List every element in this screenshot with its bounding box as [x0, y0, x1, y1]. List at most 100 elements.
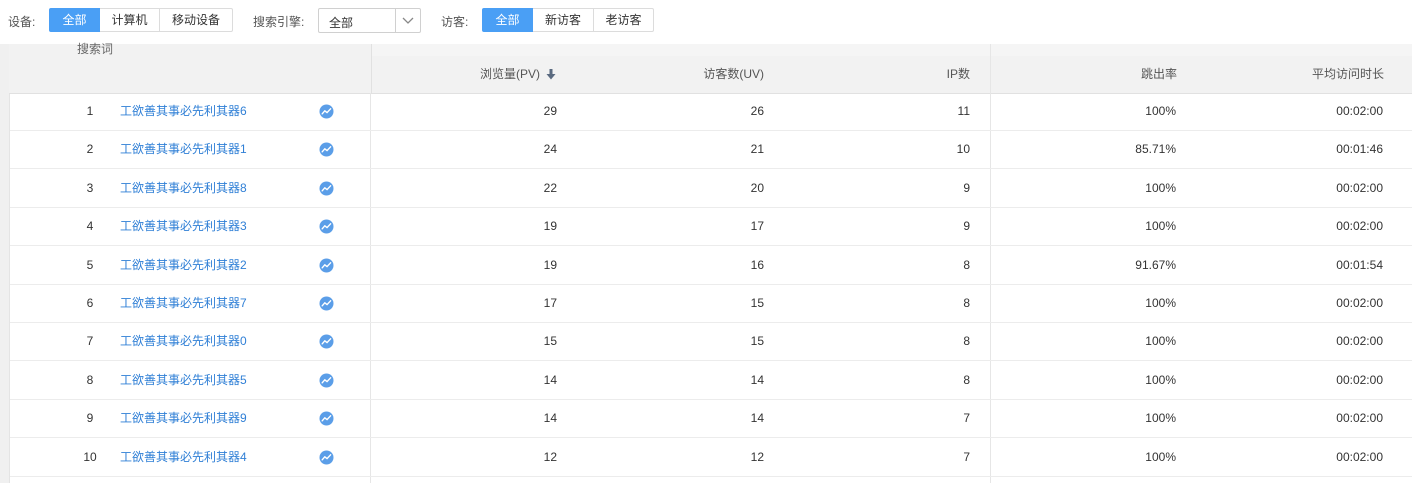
search-engine-label: 搜索引擎:	[253, 15, 305, 29]
visitor-all-button[interactable]: 全部	[482, 8, 533, 32]
table-row: 2 工欲善其事必先利其器1 24 21 10 85.71% 00:01:46	[10, 131, 1412, 170]
bounce-cell: 100%	[1145, 334, 1176, 349]
uv-cell: 21	[750, 142, 764, 157]
ip-column-header[interactable]: IP数	[840, 56, 970, 93]
rank-cell: 7	[86, 334, 94, 349]
table-row: 7 工欲善其事必先利其器0 15 15 8 100% 00:02:00	[10, 323, 1412, 362]
keyword-link[interactable]: 工欲善其事必先利其器5	[120, 362, 247, 399]
rank-cell: 8	[86, 372, 94, 387]
keyword-link[interactable]: 工欲善其事必先利其器9	[120, 400, 247, 437]
keyword-link[interactable]: 工欲善其事必先利其器1	[120, 131, 247, 168]
keyword-link[interactable]: 工欲善其事必先利其器8	[120, 170, 247, 207]
avg-time-cell: 00:02:00	[1336, 219, 1383, 234]
filter-bar: 设备: 全部 计算机 移动设备 搜索引擎: 全部 访客: 全部 新访客 老访客	[0, 0, 1412, 44]
keyword-header-label: 搜索词	[77, 42, 114, 56]
uv-cell: 16	[750, 257, 764, 272]
visitor-new-button[interactable]: 新访客	[532, 8, 594, 32]
keyword-link[interactable]: 工欲善其事必先利其器2	[120, 247, 247, 284]
rank-cell: 6	[86, 296, 94, 310]
pv-cell: 22	[543, 180, 557, 195]
keyword-column-header: 搜索词	[9, 42, 372, 93]
avg-time-cell: 00:02:00	[1336, 334, 1383, 349]
search-engine-value: 全部	[329, 16, 354, 30]
pv-cell: 15	[543, 334, 557, 349]
bounce-cell: 100%	[1145, 296, 1176, 310]
pv-cell: 14	[543, 372, 557, 387]
visitor-returning-button[interactable]: 老访客	[593, 8, 654, 32]
table-row: 9 工欲善其事必先利其器9 14 14 7 100% 00:02:00	[10, 400, 1412, 439]
trend-chart-icon[interactable]	[319, 373, 334, 388]
keyword-link[interactable]: 工欲善其事必先利其器7	[120, 285, 247, 322]
pv-cell: 14	[543, 411, 557, 426]
device-all-button[interactable]: 全部	[49, 8, 100, 32]
bounce-cell: 100%	[1145, 219, 1176, 234]
rank-cell: 2	[86, 142, 94, 157]
trend-chart-icon[interactable]	[319, 450, 334, 465]
rank-cell: 4	[86, 219, 94, 234]
trend-chart-icon[interactable]	[319, 219, 334, 234]
avg-time-cell: 00:02:00	[1336, 372, 1383, 387]
avg-time-cell: 00:01:46	[1336, 142, 1383, 157]
bounce-cell: 100%	[1145, 180, 1176, 195]
trend-chart-icon[interactable]	[319, 296, 334, 311]
pv-cell: 17	[543, 296, 557, 310]
bounce-cell: 100%	[1145, 449, 1176, 464]
rank-cell: 5	[86, 257, 94, 272]
uv-column-header[interactable]: 访客数(UV)	[620, 56, 764, 93]
uv-cell: 12	[750, 449, 764, 464]
search-engine-select[interactable]: 全部	[318, 8, 421, 33]
device-mobile-button[interactable]: 移动设备	[159, 8, 233, 32]
device-filter-group: 全部 计算机 移动设备	[49, 8, 233, 32]
avg-time-cell: 00:02:00	[1336, 411, 1383, 426]
uv-cell: 15	[750, 334, 764, 349]
table-row: 10 工欲善其事必先利其器4 12 12 7 100% 00:02:00	[10, 439, 1412, 477]
pv-cell: 19	[543, 257, 557, 272]
ip-cell: 9	[963, 219, 970, 234]
uv-cell: 17	[750, 219, 764, 234]
uv-cell: 20	[750, 180, 764, 195]
pv-cell: 29	[543, 104, 557, 118]
table-row: 8 工欲善其事必先利其器5 14 14 8 100% 00:02:00	[10, 362, 1412, 400]
keyword-link[interactable]: 工欲善其事必先利其器6	[120, 93, 247, 130]
avg-time-column-header[interactable]: 平均访问时长	[1220, 56, 1384, 93]
uv-cell: 26	[750, 104, 764, 118]
avg-time-cell: 00:02:00	[1336, 180, 1383, 195]
keyword-link[interactable]: 工欲善其事必先利其器4	[120, 439, 247, 476]
bounce-column-header[interactable]: 跳出率	[1040, 56, 1177, 93]
avg-time-cell: 00:01:54	[1336, 257, 1383, 272]
ip-cell: 7	[963, 449, 970, 464]
chevron-down-icon	[395, 9, 420, 32]
ip-cell: 8	[963, 372, 970, 387]
ip-cell: 11	[957, 104, 970, 118]
device-filter-label: 设备:	[8, 15, 36, 29]
trend-chart-icon[interactable]	[319, 181, 334, 196]
keyword-link[interactable]: 工欲善其事必先利其器0	[120, 323, 247, 360]
table-left-strip	[0, 44, 10, 483]
visitor-filter-group: 全部 新访客 老访客	[482, 8, 654, 32]
ip-cell: 8	[963, 257, 970, 272]
trend-chart-icon[interactable]	[319, 411, 334, 426]
trend-chart-icon[interactable]	[319, 334, 334, 349]
pv-column-header[interactable]: 浏览量(PV)	[420, 56, 540, 93]
ip-cell: 10	[956, 142, 970, 157]
rank-cell: 10	[83, 449, 97, 464]
pv-cell: 24	[543, 142, 557, 157]
table-row: 3 工欲善其事必先利其器8 22 20 9 100% 00:02:00	[10, 170, 1412, 208]
ip-cell: 8	[963, 296, 970, 310]
pv-header-label: 浏览量(PV)	[479, 67, 540, 81]
pv-cell: 12	[543, 449, 557, 464]
bounce-cell: 100%	[1145, 411, 1176, 426]
trend-chart-icon[interactable]	[319, 104, 334, 119]
rank-cell: 1	[86, 104, 94, 118]
trend-chart-icon[interactable]	[319, 142, 334, 157]
avg-time-cell: 00:02:00	[1336, 296, 1383, 310]
arrow-down-icon[interactable]	[546, 69, 556, 80]
table-row: 4 工欲善其事必先利其器3 19 17 9 100% 00:02:00	[10, 208, 1412, 247]
table-row: 1 工欲善其事必先利其器6 29 26 11 100% 00:02:00	[10, 93, 1412, 131]
uv-cell: 14	[750, 372, 764, 387]
rank-cell: 3	[86, 180, 94, 195]
ip-cell: 8	[963, 334, 970, 349]
trend-chart-icon[interactable]	[319, 258, 334, 273]
device-computer-button[interactable]: 计算机	[99, 8, 160, 32]
keyword-link[interactable]: 工欲善其事必先利其器3	[120, 208, 247, 245]
